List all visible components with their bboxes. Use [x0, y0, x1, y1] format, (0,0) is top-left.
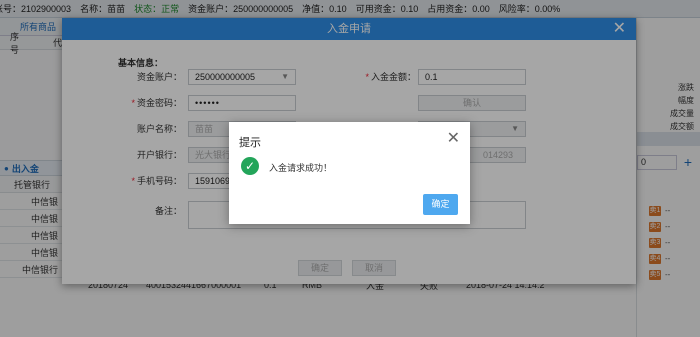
success-tip-dialog: 提示 ✕ ✓ 入金请求成功！ 确定	[229, 122, 470, 224]
ok-button[interactable]: 确定	[423, 194, 458, 215]
tip-message: 入金请求成功！	[269, 163, 333, 173]
tip-title: 提示	[239, 137, 261, 149]
check-circle-icon: ✓	[241, 157, 259, 175]
close-icon[interactable]: ✕	[447, 128, 460, 148]
